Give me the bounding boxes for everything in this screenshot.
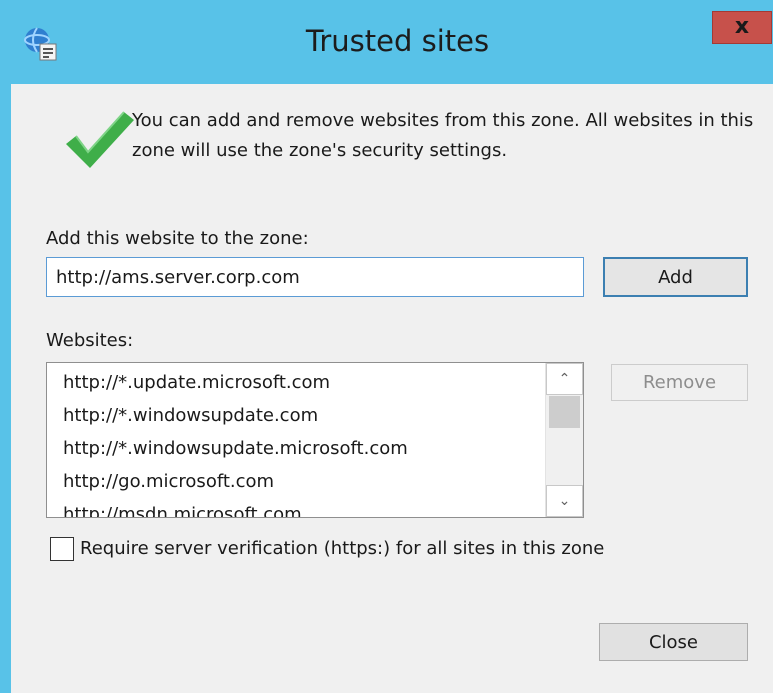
websites-scrollbar[interactable]: ⌃ ⌄ <box>545 363 583 517</box>
websites-list-items: http://*.update.microsoft.com http://*.w… <box>63 366 541 517</box>
close-window-button[interactable]: x <box>712 11 772 44</box>
zone-info-text: You can add and remove websites from thi… <box>132 110 754 161</box>
add-button[interactable]: Add <box>603 257 748 297</box>
remove-button[interactable]: Remove <box>611 364 748 401</box>
website-url-input[interactable] <box>46 257 584 297</box>
require-https-checkbox[interactable] <box>50 537 74 561</box>
websites-label: Websites: <box>46 330 134 351</box>
list-item[interactable]: http://*.windowsupdate.microsoft.com <box>63 432 541 465</box>
close-button[interactable]: Close <box>599 623 748 661</box>
list-item[interactable]: http://go.microsoft.com <box>63 465 541 498</box>
add-website-label: Add this website to the zone: <box>46 228 309 249</box>
green-checkmark-icon <box>64 108 136 172</box>
list-item[interactable]: http://*.update.microsoft.com <box>63 366 541 399</box>
scrollbar-thumb[interactable] <box>549 396 580 428</box>
title-bar[interactable]: Trusted sites x <box>0 0 773 84</box>
scroll-up-button[interactable]: ⌃ <box>546 363 583 395</box>
websites-list[interactable]: http://*.update.microsoft.com http://*.w… <box>46 362 584 518</box>
scroll-down-button[interactable]: ⌄ <box>546 485 583 517</box>
list-item[interactable]: http://*.windowsupdate.com <box>63 399 541 432</box>
window-title: Trusted sites <box>305 24 490 58</box>
list-item[interactable]: http://msdn.microsoft.com <box>63 498 541 517</box>
require-https-label[interactable]: Require server verification (https:) for… <box>80 538 604 559</box>
trusted-sites-dialog: Trusted sites x You can add and remove w… <box>0 0 773 693</box>
